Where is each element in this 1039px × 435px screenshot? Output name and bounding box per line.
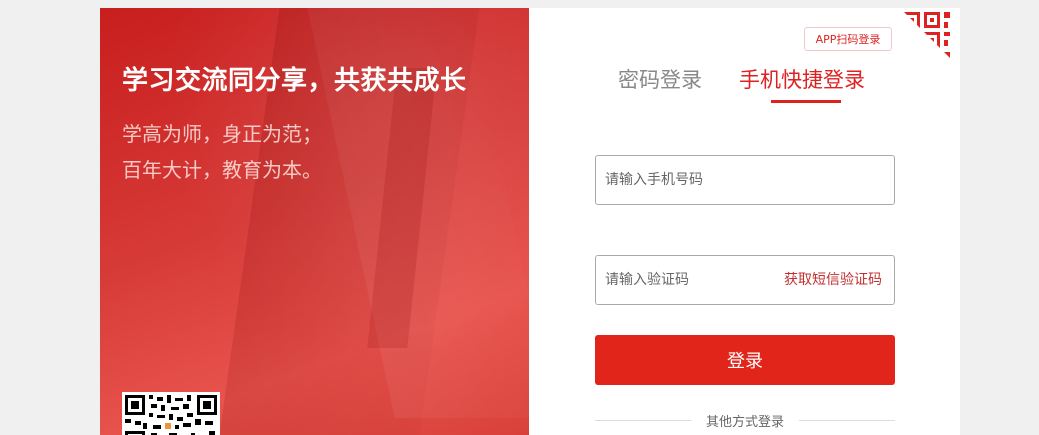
verification-code-input[interactable] [596, 256, 765, 304]
promo-subline-1: 学高为师，身正为范； [122, 122, 322, 146]
app-scan-login-badge[interactable]: APP扫码登录 [804, 27, 892, 51]
phone-field [595, 155, 895, 205]
promo-subline-2: 百年大计，教育为本。 [122, 158, 322, 182]
login-panel: APP扫码登录 密码登录 手机快捷登录 请输入手机号码 请输入验证码 获取短信验… [529, 8, 960, 435]
promo-panel: 学习交流同分享，共获共成长 学高为师，身正为范； 百年大计，教育为本。 [100, 8, 529, 435]
qr-login-toggle[interactable] [900, 8, 960, 68]
other-login-methods: 其他方式登录 [595, 410, 895, 430]
verification-code-field: 获取短信验证码 [595, 255, 895, 305]
tab-phone-quick-login[interactable]: 手机快捷登录 [739, 64, 865, 94]
other-login-methods-label: 其他方式登录 [705, 415, 784, 430]
phone-input[interactable] [596, 156, 885, 204]
login-button[interactable]: 登录 [595, 335, 895, 385]
qr-corner-icon [900, 8, 960, 68]
promo-headline: 学习交流同分享，共获共成长 [122, 66, 467, 96]
login-card: 学习交流同分享，共获共成长 学高为师，身正为范； 百年大计，教育为本。 APP扫… [100, 8, 960, 435]
get-sms-code-button[interactable]: 获取短信验证码 [784, 256, 882, 304]
active-tab-indicator [771, 100, 841, 103]
tab-password-login[interactable]: 密码登录 [618, 64, 702, 94]
promo-qr-code [122, 392, 220, 435]
qr-code-icon [125, 395, 217, 435]
